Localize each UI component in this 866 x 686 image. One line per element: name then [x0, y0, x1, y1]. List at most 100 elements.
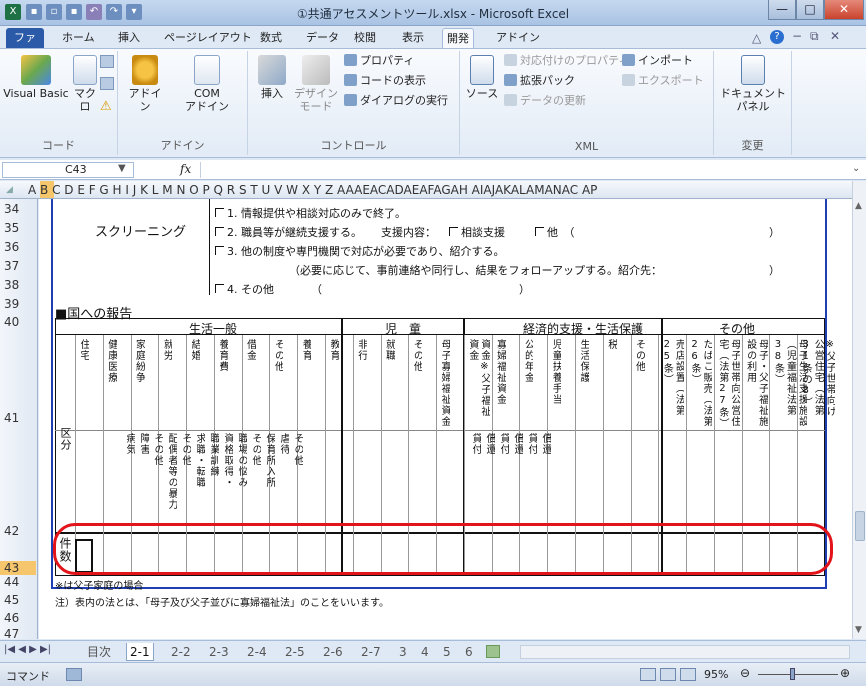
name-box[interactable]: C43 — [2, 162, 134, 178]
tab-formulas[interactable]: 数式 — [256, 28, 286, 48]
minimize-button[interactable]: — — [768, 0, 796, 20]
name-box-dropdown-icon[interactable]: ▼ — [118, 163, 126, 174]
run-dialog-button[interactable]: ダイアログの実行 — [344, 93, 448, 109]
column-subheader-7: 資格取得・ — [222, 433, 233, 488]
tab-page-layout[interactable]: ページレイアウト — [160, 28, 256, 48]
zoom-level[interactable]: 95% — [704, 668, 728, 681]
row-34[interactable]: 34 — [0, 202, 36, 216]
macro-record-icon[interactable] — [66, 668, 82, 681]
row-42[interactable]: 42 — [0, 524, 36, 538]
macro-button[interactable]: マクロ — [72, 55, 98, 113]
row-46[interactable]: 46 — [0, 611, 36, 625]
sheet-nav-icons[interactable]: |◀ ◀ ▶ ▶| — [4, 644, 51, 655]
sheet-tab-3[interactable]: 3 — [396, 643, 410, 661]
sheet-tab-2-3[interactable]: 2-3 — [206, 643, 232, 661]
sheet-tab-2-2[interactable]: 2-2 — [168, 643, 194, 661]
scroll-up-icon[interactable]: ▲ — [855, 201, 862, 211]
column-subheader-3: 配偶者等の暴力 — [166, 433, 177, 510]
sheet-tab-2-1[interactable]: 2-1 — [126, 643, 154, 661]
view-code-button[interactable]: コードの表示 — [344, 73, 426, 89]
map-properties-button[interactable]: 対応付けのプロパティ — [504, 53, 629, 69]
sheet-tab-contents[interactable]: 目次 — [84, 643, 114, 661]
note-law: 注）表内の法とは、「母子及び父子並びに寡婦福祉法」のことをいいます。 — [55, 598, 389, 609]
sheet-tab-2-7[interactable]: 2-7 — [358, 643, 384, 661]
zoom-in-icon[interactable]: ⊕ — [840, 666, 850, 680]
workbook-restore-icon[interactable]: ⧉ — [810, 29, 819, 44]
refresh-data-button[interactable]: データの更新 — [504, 93, 586, 109]
normal-view-icon[interactable] — [640, 668, 656, 681]
insert-function-icon[interactable]: fx — [180, 162, 191, 176]
row-40[interactable]: 40 — [0, 315, 36, 329]
tab-insert[interactable]: 挿入 — [114, 28, 144, 48]
tab-data[interactable]: データ — [302, 28, 343, 48]
expand-formula-bar-icon[interactable]: ⌄ — [852, 163, 860, 174]
row-37[interactable]: 37 — [0, 259, 36, 273]
sheet-tab-5[interactable]: 5 — [440, 643, 454, 661]
row-35[interactable]: 35 — [0, 221, 36, 235]
sheet-tab-2-4[interactable]: 2-4 — [244, 643, 270, 661]
row-44[interactable]: 44 — [0, 575, 36, 589]
row-39[interactable]: 39 — [0, 297, 36, 311]
checkbox-opt3[interactable] — [215, 246, 224, 255]
column-letters[interactable]: A B C D E F G H I J K L M N O P Q R S T … — [28, 182, 597, 198]
tab-addins[interactable]: アドイン — [492, 28, 544, 48]
visual-basic-button[interactable]: Visual Basic — [2, 55, 70, 100]
zoom-slider-thumb[interactable] — [790, 668, 795, 680]
row-38[interactable]: 38 — [0, 278, 36, 292]
formula-input[interactable] — [200, 162, 850, 178]
checkbox-opt1[interactable] — [215, 208, 224, 217]
row-36[interactable]: 36 — [0, 240, 36, 254]
insert-control-button[interactable]: 挿入 — [254, 55, 290, 100]
page-break-view-icon[interactable] — [680, 668, 696, 681]
record-macro-icon[interactable] — [100, 55, 114, 68]
document-panel-button[interactable]: ドキュメント パネル — [718, 55, 788, 113]
export-button[interactable]: エクスポート — [622, 73, 704, 89]
horizontal-scrollbar[interactable] — [520, 645, 850, 659]
checkbox-support-other[interactable] — [535, 227, 544, 236]
page-layout-view-icon[interactable] — [660, 668, 676, 681]
properties-button[interactable]: プロパティ — [344, 53, 414, 69]
select-all-corner[interactable]: ◢ — [6, 182, 13, 198]
macro-security-icon[interactable]: ⚠ — [100, 99, 112, 114]
tab-developer[interactable]: 開発 — [442, 28, 474, 48]
checkbox-opt4[interactable] — [215, 284, 224, 293]
sheet-tab-4[interactable]: 4 — [418, 643, 432, 661]
tab-file[interactable]: ファイル — [6, 28, 44, 64]
expansion-packs-button[interactable]: 拡張パック — [504, 73, 575, 89]
sheet-tab-6[interactable]: 6 — [462, 643, 476, 661]
scroll-down-icon[interactable]: ▼ — [855, 625, 862, 635]
maximize-button[interactable]: □ — [796, 0, 824, 20]
tab-home[interactable]: ホーム — [58, 28, 99, 48]
insert-sheet-icon[interactable] — [486, 645, 500, 658]
checkbox-consult-support[interactable] — [449, 227, 458, 236]
xml-source-button[interactable]: ソース — [464, 55, 500, 100]
zoom-out-icon[interactable]: ⊖ — [740, 666, 750, 680]
checkbox-opt2[interactable] — [215, 227, 224, 236]
column-header-21: 売店設置（法第25条） — [661, 339, 685, 416]
column-subheader-8: 職場の悩み — [236, 433, 247, 488]
design-mode-button[interactable]: デザイン モード — [294, 55, 338, 113]
zoom-slider[interactable] — [758, 674, 838, 675]
workbook-minimize-icon[interactable]: − — [792, 29, 802, 43]
sheet-tab-2-5[interactable]: 2-5 — [282, 643, 308, 661]
addins-button[interactable]: アドイン — [124, 55, 166, 113]
column-subheader-6: 職業訓練 — [208, 433, 219, 477]
tab-view[interactable]: 表示 — [398, 28, 428, 48]
vertical-scrollbar[interactable]: ▲ ▼ — [852, 181, 866, 639]
relative-reference-icon[interactable] — [100, 77, 114, 90]
worksheet[interactable]: スクリーニング 1. 情報提供や相談対応のみで終了。 2. 職員等が継続支援する… — [39, 199, 854, 639]
row-45[interactable]: 45 — [0, 593, 36, 607]
row-47[interactable]: 47 — [0, 627, 36, 641]
com-addins-label-2: アドイン — [185, 100, 229, 113]
scroll-thumb[interactable] — [855, 511, 865, 541]
com-addins-button[interactable]: COM アドイン — [172, 55, 242, 113]
sheet-tab-2-6[interactable]: 2-6 — [320, 643, 346, 661]
tab-review[interactable]: 校閲 — [350, 28, 380, 48]
help-icon[interactable]: ? — [770, 30, 784, 44]
workbook-close-icon[interactable]: ✕ — [830, 29, 840, 43]
row-43[interactable]: 43 — [0, 561, 36, 575]
minimize-ribbon-icon[interactable]: △ — [752, 31, 761, 45]
close-button[interactable]: ✕ — [824, 0, 864, 20]
row-41[interactable]: 41 — [0, 411, 36, 425]
import-button[interactable]: インポート — [622, 53, 693, 69]
